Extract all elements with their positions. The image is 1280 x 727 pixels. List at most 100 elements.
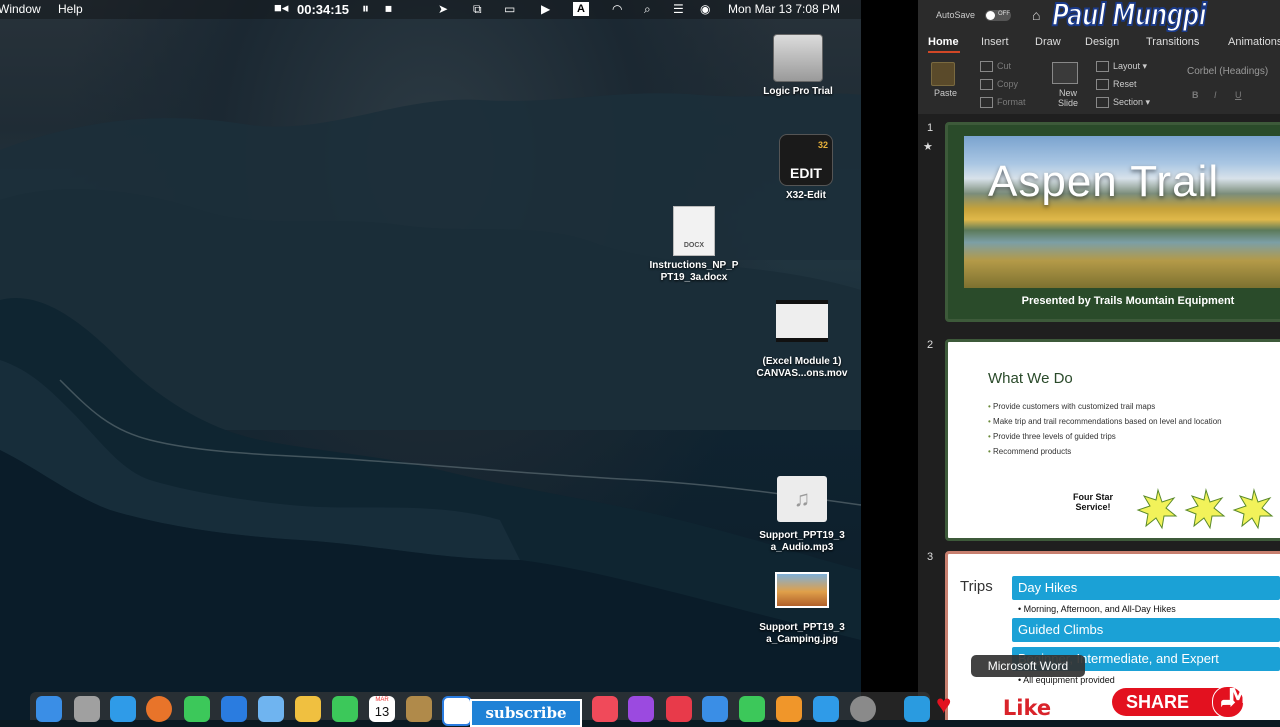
siri-icon[interactable]: ◉ xyxy=(700,2,710,16)
new-slide-label[interactable]: New Slide xyxy=(1058,88,1078,108)
slide-title: Aspen Trail xyxy=(988,157,1220,206)
cut-button[interactable]: Cut xyxy=(980,61,1012,73)
underline-button[interactable]: U xyxy=(1235,90,1242,100)
video-camera-icon[interactable]: ■◂ xyxy=(274,1,288,15)
pause-app-icon[interactable] xyxy=(442,696,472,726)
menu-bar: Window Help ■◂ 00:34:15 ⏸ ⏹ ➤ ⧉ ▭ ▶ A ◠ … xyxy=(0,0,861,19)
calendar-month: MAR xyxy=(375,697,389,703)
autosave-state: OFF xyxy=(998,11,1010,17)
home-icon[interactable]: ⌂ xyxy=(1032,7,1040,23)
autosave-toggle[interactable]: OFF xyxy=(985,10,1011,21)
photos-icon[interactable] xyxy=(295,696,321,722)
slide-thumbnail-2[interactable]: What We Do Provide customers with custom… xyxy=(945,339,1280,541)
slide-thumbnail-1[interactable]: Aspen Trail Presented by Trails Mountain… xyxy=(945,122,1280,322)
bullet: Provide customers with customized trail … xyxy=(988,402,1222,411)
audio-file-icon: ♫ xyxy=(777,476,827,522)
control-center-icon[interactable]: ☰ xyxy=(673,2,684,16)
menu-help[interactable]: Help xyxy=(58,2,83,16)
share-label: SHARE xyxy=(1126,692,1190,712)
telegram-icon[interactable]: ➤ xyxy=(438,2,448,16)
paste-button-label[interactable]: Paste xyxy=(934,88,957,98)
docx-file-type-label: DOCX xyxy=(683,242,705,249)
tab-home[interactable]: Home xyxy=(928,36,959,48)
desktop-item-camping-jpg[interactable]: Support_PPT19_3 a_Camping.jpg xyxy=(750,572,854,646)
star-2 xyxy=(1184,488,1226,530)
subitem-text: Morning, Afternoon, and All-Day Hikes xyxy=(1023,604,1176,614)
wifi-icon[interactable]: ◠ xyxy=(612,2,622,16)
autosave-label: AutoSave xyxy=(936,10,976,20)
safari-icon[interactable] xyxy=(110,696,136,722)
paste-icon[interactable] xyxy=(931,62,955,86)
share-overlay-button[interactable]: SHARE ➦ xyxy=(1112,686,1244,718)
x32-edit-app-icon: EDIT 32 xyxy=(779,134,833,186)
desktop-wallpaper xyxy=(0,0,861,720)
screen-mirror-icon[interactable]: ⧉ xyxy=(473,2,482,16)
contacts-icon[interactable] xyxy=(406,696,432,722)
tab-insert[interactable]: Insert xyxy=(981,36,1009,48)
play-circle-icon[interactable]: ▶ xyxy=(541,2,550,16)
toggle-knob xyxy=(986,11,995,20)
section-button[interactable]: Section ▾ xyxy=(1096,97,1150,109)
messages-icon[interactable] xyxy=(184,696,210,722)
hard-drive-icon xyxy=(773,34,823,82)
dock-tooltip: Microsoft Word xyxy=(971,655,1085,677)
desktop-item-x32-edit[interactable]: EDIT 32 X32-Edit xyxy=(756,134,856,202)
news-icon[interactable] xyxy=(666,696,692,722)
star-shapes xyxy=(1136,488,1274,530)
tab-animations[interactable]: Animations xyxy=(1228,36,1280,48)
maps-icon[interactable] xyxy=(258,696,284,722)
desktop-item-label: Support_PPT19_3 a_Camping.jpg xyxy=(759,622,845,645)
menu-window[interactable]: Window xyxy=(0,2,41,16)
window-gap xyxy=(861,0,918,720)
tab-draw[interactable]: Draw xyxy=(1035,36,1061,48)
format-painter-button[interactable]: Format xyxy=(980,97,1026,109)
desktop-item-instructions-docx[interactable]: DOCX Instructions_NP_P PT19_3a.docx xyxy=(641,206,747,284)
font-name-field[interactable]: Corbel (Headings) xyxy=(1187,66,1268,77)
numbers-icon[interactable] xyxy=(739,696,765,722)
copy-label: Copy xyxy=(997,79,1019,89)
calendar-icon[interactable]: MAR 13 xyxy=(369,696,395,722)
migration-icon[interactable] xyxy=(904,696,930,722)
mail-icon[interactable] xyxy=(221,696,247,722)
firefox-icon[interactable] xyxy=(146,696,172,722)
cut-label: Cut xyxy=(997,61,1012,71)
active-tab-underline xyxy=(928,51,960,53)
pages-icon[interactable] xyxy=(776,696,802,722)
layout-button[interactable]: Layout ▾ xyxy=(1096,61,1147,73)
ribbon-tabs: Home Insert Draw Design Transitions Anim… xyxy=(918,32,1280,54)
system-preferences-icon[interactable] xyxy=(850,696,876,722)
calendar-day: 13 xyxy=(374,704,390,719)
desktop-item-label: (Excel Module 1) CANVAS...ons.mov xyxy=(756,356,848,379)
desktop-item-audio-mp3[interactable]: ♫ Support_PPT19_3 a_Audio.mp3 xyxy=(750,476,854,554)
app-store-icon[interactable] xyxy=(813,696,839,722)
battery-icon[interactable]: ▭ xyxy=(504,2,515,16)
input-source-indicator[interactable]: A xyxy=(573,2,589,16)
star-1 xyxy=(1136,488,1178,530)
copy-button[interactable]: Copy xyxy=(980,79,1019,91)
like-overlay-button[interactable]: Like xyxy=(967,693,1087,720)
podcasts-icon[interactable] xyxy=(628,696,654,722)
desktop-item-label: Logic Pro Trial xyxy=(763,86,833,97)
menubar-clock[interactable]: Mon Mar 13 7:08 PM xyxy=(728,2,840,16)
tab-transitions[interactable]: Transitions xyxy=(1146,36,1199,48)
finder-icon[interactable] xyxy=(36,696,62,722)
bold-button[interactable]: B xyxy=(1192,90,1199,100)
italic-button[interactable]: I xyxy=(1214,90,1217,100)
launchpad-icon[interactable] xyxy=(74,696,100,722)
search-icon[interactable]: ⌕ xyxy=(644,2,651,16)
desktop-item-label: Instructions_NP_P PT19_3a.docx xyxy=(649,260,739,283)
desktop-item-logic-pro[interactable]: Logic Pro Trial xyxy=(748,34,848,98)
keynote-icon[interactable] xyxy=(702,696,728,722)
pause-icon[interactable]: ⏸ xyxy=(362,1,369,15)
music-icon[interactable] xyxy=(592,696,618,722)
scissors-icon xyxy=(980,61,993,73)
facetime-icon[interactable] xyxy=(332,696,358,722)
stop-icon[interactable]: ⏹ xyxy=(385,1,392,15)
reset-button[interactable]: Reset xyxy=(1096,79,1137,91)
desktop-item-excel-module-mov[interactable]: (Excel Module 1) CANVAS...ons.mov xyxy=(748,300,856,380)
new-slide-icon[interactable] xyxy=(1052,62,1078,84)
tab-design[interactable]: Design xyxy=(1085,36,1119,48)
movie-file-icon xyxy=(776,300,828,342)
subscribe-overlay-button[interactable]: subscribe xyxy=(470,699,582,727)
channel-watermark: Paul Mungpi xyxy=(1051,0,1207,34)
